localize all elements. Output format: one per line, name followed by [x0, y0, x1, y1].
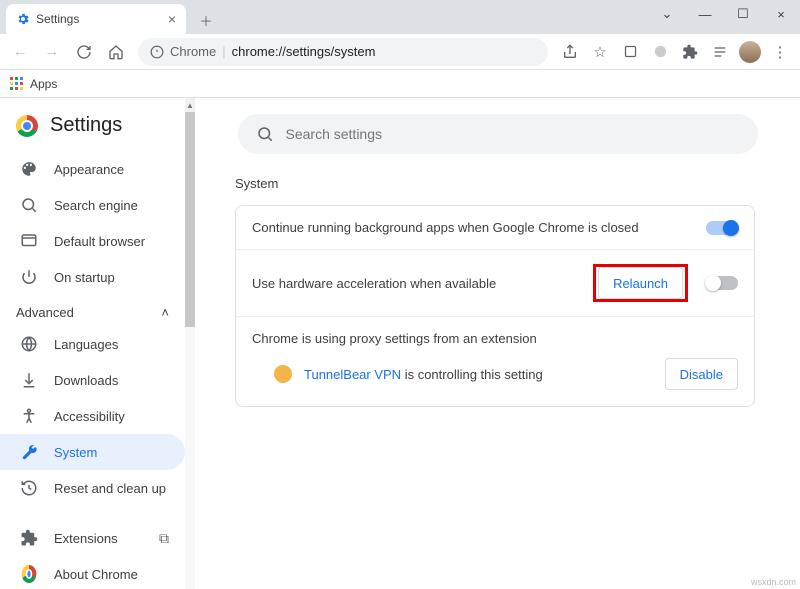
- sidebar-section-label: Advanced: [16, 305, 74, 320]
- chevron-down-icon[interactable]: ⌄: [648, 0, 686, 28]
- settings-main: System Continue running background apps …: [195, 98, 800, 589]
- sidebar-item-label: Accessibility: [54, 409, 125, 424]
- close-icon[interactable]: ×: [168, 12, 176, 26]
- sidebar-item-appearance[interactable]: Appearance: [0, 151, 185, 187]
- window-maximize[interactable]: ☐: [724, 0, 762, 28]
- nav-back-button[interactable]: ←: [6, 38, 34, 66]
- globe-icon: [20, 335, 38, 353]
- sidebar-item-extensions[interactable]: Extensions ⧉: [0, 520, 185, 556]
- browser-toolbar: ← → Chrome | chrome://settings/system ☆ …: [0, 34, 800, 70]
- settings-search[interactable]: [238, 114, 758, 154]
- address-bar[interactable]: Chrome | chrome://settings/system: [138, 38, 548, 66]
- sidebar-item-label: Extensions: [54, 531, 118, 546]
- sidebar-item-default-browser[interactable]: Default browser: [0, 223, 185, 259]
- settings-app: Settings Appearance Search engine Defaul…: [0, 98, 800, 589]
- bookmark-apps-label[interactable]: Apps: [30, 77, 57, 91]
- bookmarks-bar: Apps: [0, 70, 800, 98]
- bookmark-star-icon[interactable]: ☆: [586, 38, 614, 66]
- sidebar-item-search-engine[interactable]: Search engine: [0, 187, 185, 223]
- toolbar-icon-1[interactable]: [616, 38, 644, 66]
- apps-grid-icon[interactable]: [10, 77, 24, 91]
- extension-icon: [20, 529, 38, 547]
- sidebar-item-about[interactable]: About Chrome: [0, 556, 185, 589]
- toolbar-icon-2[interactable]: [646, 38, 674, 66]
- chrome-icon: [20, 565, 38, 583]
- power-icon: [20, 268, 38, 286]
- scrollbar-thumb[interactable]: [185, 112, 195, 327]
- reading-list-icon[interactable]: [706, 38, 734, 66]
- sidebar-item-label: Languages: [54, 337, 118, 352]
- palette-icon: [20, 160, 38, 178]
- sidebar-scrollbar[interactable]: ▲: [185, 98, 195, 589]
- settings-title: Settings: [50, 114, 122, 137]
- sidebar-item-accessibility[interactable]: Accessibility: [0, 398, 185, 434]
- disable-button[interactable]: Disable: [665, 358, 738, 390]
- chrome-logo-icon: [16, 115, 38, 137]
- window-controls: ⌄ — ☐ ×: [648, 0, 800, 28]
- search-icon: [256, 125, 274, 143]
- open-external-icon: ⧉: [159, 530, 169, 547]
- wrench-icon: [20, 443, 38, 461]
- watermark: wsxdn.com: [751, 577, 796, 587]
- toggle-background-apps[interactable]: [706, 221, 738, 235]
- relaunch-button[interactable]: Relaunch: [598, 267, 683, 299]
- toggle-hw-accel[interactable]: [706, 276, 738, 290]
- sidebar-item-system[interactable]: System: [0, 434, 185, 470]
- gear-icon: [16, 12, 30, 26]
- nav-forward-button[interactable]: →: [38, 38, 66, 66]
- sidebar-item-reset[interactable]: Reset and clean up: [0, 470, 185, 506]
- share-icon[interactable]: [556, 38, 584, 66]
- sidebar-item-label: System: [54, 445, 97, 460]
- sidebar-item-on-startup[interactable]: On startup: [0, 259, 185, 295]
- sidebar-item-label: Search engine: [54, 198, 138, 213]
- relaunch-highlight: Relaunch: [593, 264, 688, 302]
- window-titlebar: Settings × ＋ ⌄ — ☐ ×: [0, 0, 800, 34]
- new-tab-button[interactable]: ＋: [192, 6, 220, 34]
- window-close[interactable]: ×: [762, 0, 800, 28]
- proxy-status-text: Chrome is using proxy settings from an e…: [236, 317, 754, 350]
- sidebar-item-downloads[interactable]: Downloads: [0, 362, 185, 398]
- sidebar-item-label: About Chrome: [54, 567, 138, 582]
- tunnelbear-icon: [274, 365, 292, 383]
- settings-sidebar: Settings Appearance Search engine Defaul…: [0, 98, 185, 589]
- row-label: Use hardware acceleration when available: [252, 276, 496, 291]
- section-title: System: [235, 176, 760, 191]
- restore-icon: [20, 479, 38, 497]
- browser-tab-active[interactable]: Settings ×: [6, 4, 186, 34]
- site-info-icon: [150, 45, 164, 59]
- sidebar-item-languages[interactable]: Languages: [0, 326, 185, 362]
- sidebar-item-label: Default browser: [54, 234, 145, 249]
- download-icon: [20, 371, 38, 389]
- menu-kebab-icon[interactable]: ⋮: [766, 38, 794, 66]
- sidebar-item-label: On startup: [54, 270, 115, 285]
- profile-avatar[interactable]: [736, 38, 764, 66]
- extensions-puzzle-icon[interactable]: [676, 38, 704, 66]
- sidebar-section-advanced[interactable]: Advanced ˄: [0, 295, 185, 326]
- sidebar-item-label: Reset and clean up: [54, 481, 166, 496]
- tab-title: Settings: [36, 12, 162, 26]
- chevron-up-icon: ˄: [161, 305, 169, 320]
- reload-button[interactable]: [70, 38, 98, 66]
- home-button[interactable]: [102, 38, 130, 66]
- system-card: Continue running background apps when Go…: [235, 205, 755, 407]
- window-minimize[interactable]: —: [686, 0, 724, 28]
- row-label: Continue running background apps when Go…: [252, 220, 639, 235]
- url-label-prefix: Chrome: [170, 44, 216, 59]
- extension-suffix: is controlling this setting: [401, 367, 543, 382]
- extension-name-link[interactable]: TunnelBear VPN: [304, 367, 401, 382]
- sidebar-item-label: Appearance: [54, 162, 124, 177]
- search-icon: [20, 196, 38, 214]
- url-label-path: chrome://settings/system: [232, 44, 376, 59]
- sidebar-item-label: Downloads: [54, 373, 118, 388]
- scroll-up-icon[interactable]: ▲: [185, 98, 195, 112]
- search-input[interactable]: [286, 126, 740, 142]
- row-background-apps: Continue running background apps when Go…: [236, 206, 754, 250]
- row-proxy-extension: TunnelBear VPN is controlling this setti…: [236, 350, 754, 406]
- row-hw-accel: Use hardware acceleration when available…: [236, 250, 754, 317]
- accessibility-icon: [20, 407, 38, 425]
- browser-icon: [20, 232, 38, 250]
